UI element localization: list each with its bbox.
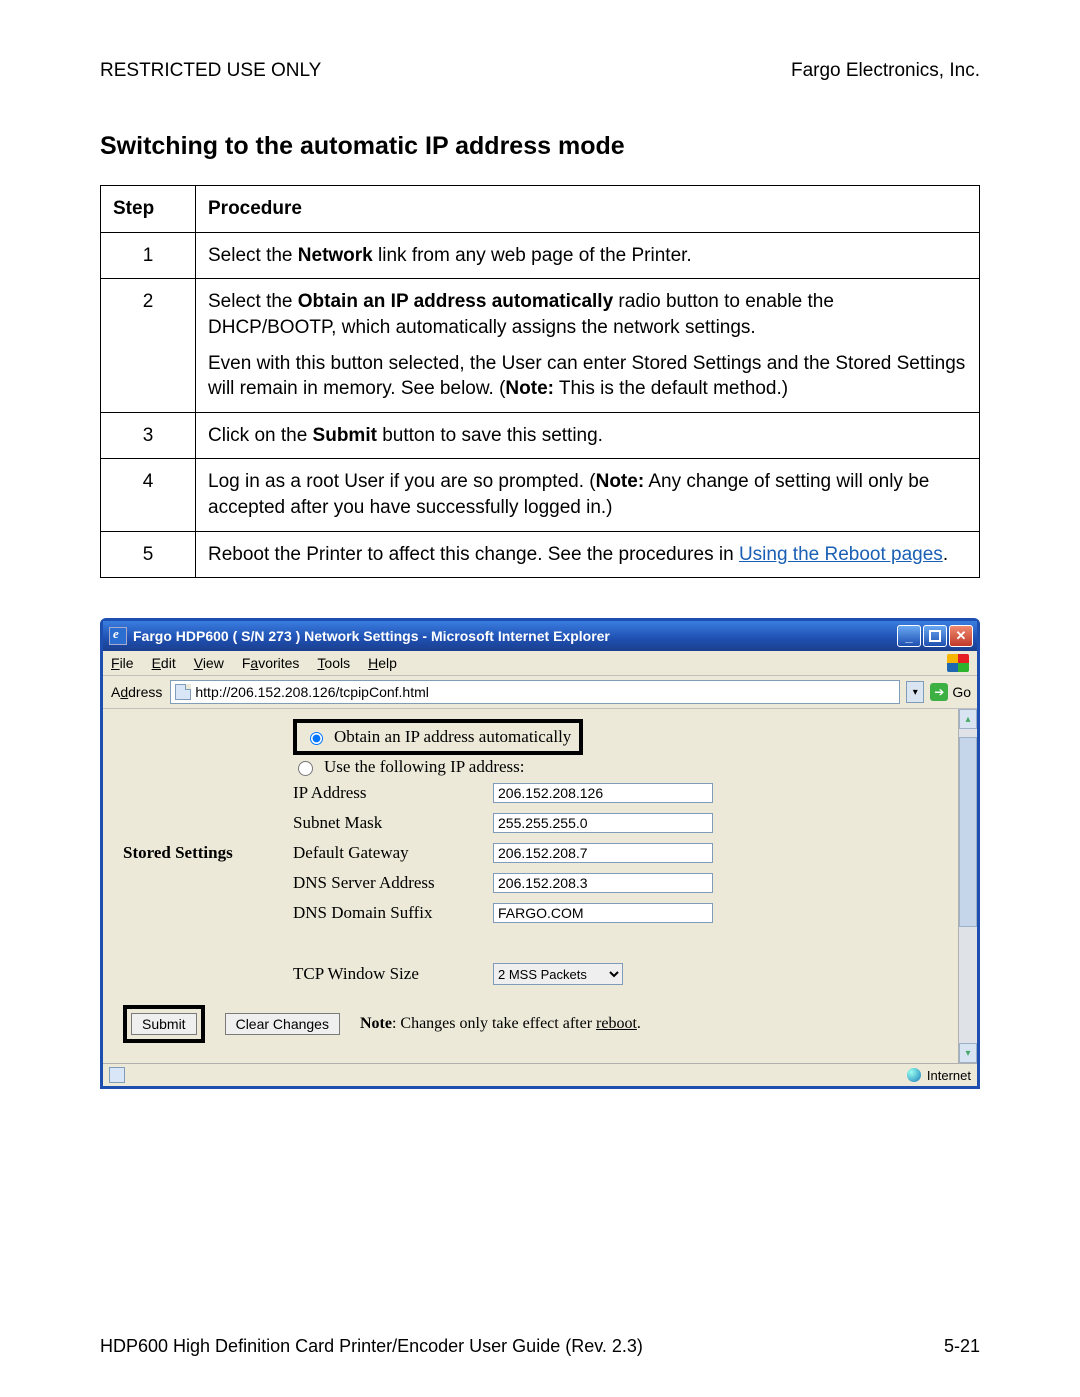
status-bar: Internet [103, 1063, 977, 1086]
address-input-box[interactable]: http://206.152.208.126/tcpipConf.html [170, 680, 900, 704]
go-arrow-icon: ➔ [930, 683, 948, 701]
titlebar: Fargo HDP600 ( S/N 273 ) Network Setting… [103, 621, 977, 651]
step-number: 3 [101, 412, 196, 459]
table-row: 3 Click on the Submit button to save thi… [101, 412, 980, 459]
submit-button[interactable]: Submit [131, 1013, 197, 1035]
scroll-up-icon[interactable]: ▴ [959, 709, 977, 729]
ip-address-input[interactable] [493, 783, 713, 803]
step-number: 4 [101, 459, 196, 531]
dns-suffix-input[interactable] [493, 903, 713, 923]
radio-manual-ip[interactable] [298, 761, 313, 776]
address-bar: Address http://206.152.208.126/tcpipConf… [103, 676, 977, 709]
address-label: Address [109, 684, 164, 700]
menu-help[interactable]: Help [368, 655, 397, 671]
status-page-icon [109, 1067, 125, 1083]
header-left: RESTRICTED USE ONLY [100, 60, 321, 82]
go-button[interactable]: ➔ Go [930, 683, 971, 701]
footer-left: HDP600 High Definition Card Printer/Enco… [100, 1336, 643, 1357]
header-right: Fargo Electronics, Inc. [791, 60, 980, 82]
status-zone: Internet [927, 1068, 971, 1083]
col-procedure: Procedure [196, 186, 980, 233]
ie-icon [109, 627, 127, 645]
highlight-auto-radio: Obtain an IP address automatically [293, 719, 583, 755]
url-text: http://206.152.208.126/tcpipConf.html [195, 684, 429, 700]
clear-changes-button[interactable]: Clear Changes [225, 1013, 340, 1035]
reboot-pages-link[interactable]: Using the Reboot pages [739, 544, 943, 565]
ie-window: Fargo HDP600 ( S/N 273 ) Network Setting… [100, 618, 980, 1089]
maximize-button[interactable] [923, 625, 947, 647]
menu-view[interactable]: View [194, 655, 224, 671]
dns-server-input[interactable] [493, 873, 713, 893]
page-icon [175, 684, 191, 700]
menu-edit[interactable]: Edit [152, 655, 176, 671]
reboot-link[interactable]: reboot [596, 1015, 637, 1032]
dns-server-label: DNS Server Address [293, 873, 493, 893]
address-dropdown[interactable]: ▾ [906, 681, 924, 703]
default-gateway-label: Default Gateway [293, 843, 493, 863]
scroll-thumb[interactable] [959, 737, 977, 927]
dns-suffix-label: DNS Domain Suffix [293, 903, 493, 923]
tcp-window-select[interactable]: 2 MSS Packets [493, 963, 623, 985]
window-title: Fargo HDP600 ( S/N 273 ) Network Setting… [133, 628, 897, 644]
close-button[interactable]: ✕ [949, 625, 973, 647]
windows-flag-icon [947, 654, 969, 672]
menu-tools[interactable]: Tools [317, 655, 350, 671]
procedure-table: Step Procedure 1 Select the Network link… [100, 185, 980, 578]
radio-auto-ip[interactable] [310, 732, 323, 745]
note-text: Note: Changes only take effect after reb… [360, 1015, 641, 1033]
default-gateway-input[interactable] [493, 843, 713, 863]
radio-auto-label: Obtain an IP address automatically [334, 727, 571, 747]
table-row: 1 Select the Network link from any web p… [101, 232, 980, 279]
stored-settings-label: Stored Settings [123, 843, 293, 863]
step-number: 5 [101, 531, 196, 578]
menu-favorites[interactable]: Favorites [242, 655, 300, 671]
step-number: 2 [101, 279, 196, 413]
globe-icon [907, 1068, 921, 1082]
ip-address-label: IP Address [293, 783, 493, 803]
subnet-mask-label: Subnet Mask [293, 813, 493, 833]
menu-file[interactable]: File [111, 655, 134, 671]
footer-right: 5-21 [944, 1336, 980, 1357]
col-step: Step [101, 186, 196, 233]
subnet-mask-input[interactable] [493, 813, 713, 833]
step-number: 1 [101, 232, 196, 279]
tcp-window-label: TCP Window Size [293, 964, 493, 984]
highlight-submit: Submit [123, 1005, 205, 1043]
table-row: 2 Select the Obtain an IP address automa… [101, 279, 980, 413]
page-title: Switching to the automatic IP address mo… [100, 132, 980, 161]
table-row: 5 Reboot the Printer to affect this chan… [101, 531, 980, 578]
menubar: File Edit View Favorites Tools Help [103, 651, 977, 676]
scroll-down-icon[interactable]: ▾ [959, 1043, 977, 1063]
scrollbar[interactable]: ▴ ▾ [958, 709, 977, 1063]
table-row: 4 Log in as a root User if you are so pr… [101, 459, 980, 531]
radio-manual-label: Use the following IP address: [324, 757, 525, 777]
minimize-button[interactable]: _ [897, 625, 921, 647]
